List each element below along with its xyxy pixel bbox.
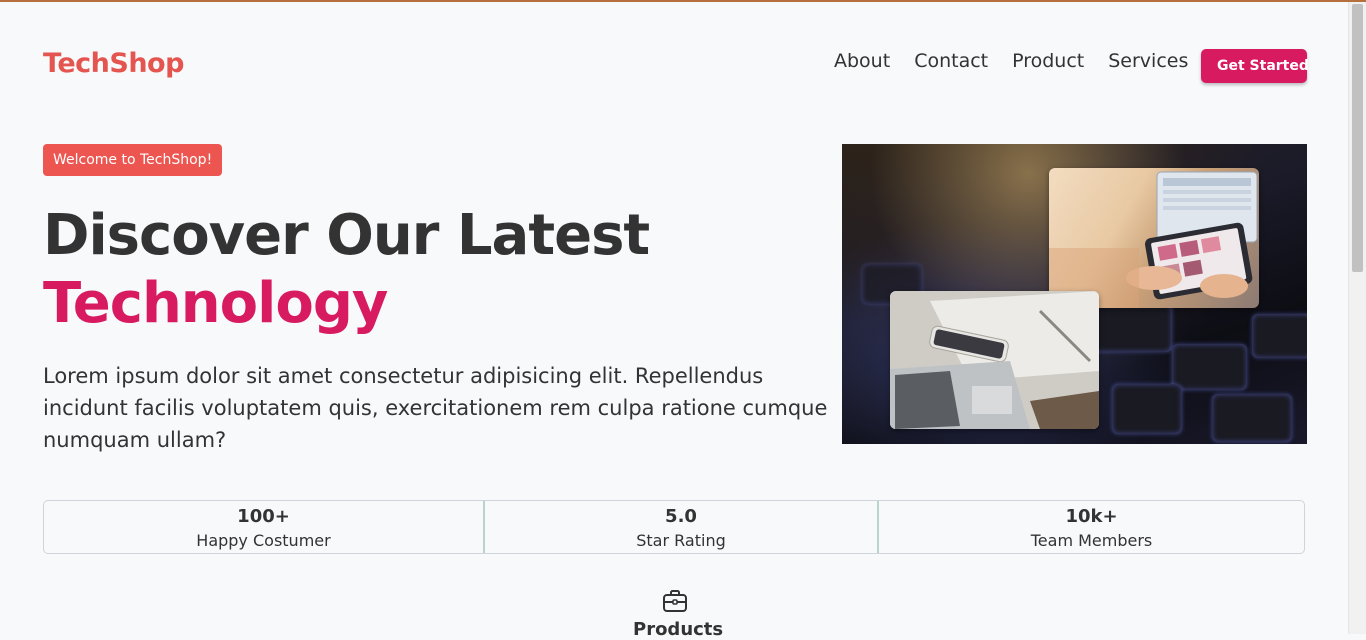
hero-description: Lorem ipsum dolor sit amet consectetur a… [43,364,828,452]
brand-logo[interactable]: TechShop [43,48,184,79]
hero-title: Discover Our Latest Technology [43,202,650,338]
welcome-badge: Welcome to TechShop! [43,144,223,176]
stat-label: Happy Costumer [196,531,331,550]
hero-title-accent: Technology [43,271,388,336]
stat-star-rating: 5.0 Star Rating [483,501,877,553]
main-nav: About Contact Product Services Get Start… [834,49,1309,83]
nav-link-product[interactable]: Product [1012,50,1084,72]
hero-title-line1: Discover Our Latest [43,203,650,268]
tablet-photo [1049,168,1259,308]
nav-link-services[interactable]: Services [1108,50,1188,72]
keyboard-key [1172,344,1247,390]
nav-link-about[interactable]: About [834,50,890,72]
section-title-products: Products [633,619,724,640]
hero-image [842,144,1307,444]
tablet-illustration [1049,171,1258,308]
stat-label: Team Members [1030,531,1153,550]
get-started-button[interactable]: Get Started [1201,49,1309,83]
stats-bar: 100+ Happy Costumer 5.0 Star Rating 10k+… [43,500,1305,554]
keyboard-key [1112,384,1182,434]
scrollbar-thumb[interactable] [1352,4,1363,272]
phone-laptop-photo [890,291,1099,429]
stat-value: 10k+ [1065,506,1118,527]
page-scrollbar[interactable] [1348,2,1366,634]
keyboard-key [1092,304,1172,352]
keyboard-key [1212,394,1292,442]
stat-team-members: 10k+ Team Members [877,501,1304,553]
desk-illustration [890,291,1099,429]
briefcase-icon [663,590,687,612]
keyboard-key [1252,314,1307,358]
stat-value: 100+ [237,506,290,527]
stat-value: 5.0 [665,506,697,527]
stat-label: Star Rating [636,531,726,550]
stat-happy-customer: 100+ Happy Costumer [44,501,483,553]
nav-link-contact[interactable]: Contact [914,50,988,72]
